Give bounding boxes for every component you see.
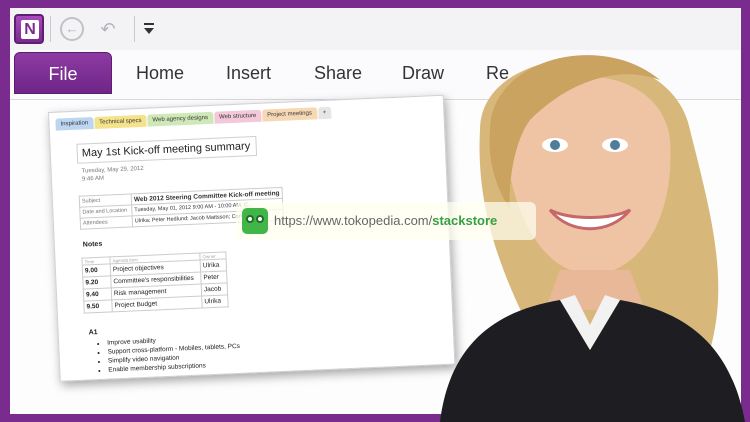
url-highlight: stackstore	[432, 213, 498, 228]
section-tab[interactable]: Inspiration	[55, 117, 94, 131]
section-tab[interactable]: Technical specs	[93, 114, 147, 129]
url-prefix: https://www.tokopedia.com/	[274, 213, 433, 228]
page-time: 9:46 AM	[81, 175, 105, 183]
toolbar-divider	[134, 16, 135, 42]
back-arrow-icon[interactable]: ←	[60, 17, 84, 41]
a1-heading: A1	[88, 329, 98, 337]
store-logo-icon	[242, 208, 268, 234]
info-label: Attendees	[80, 215, 133, 230]
section-tab[interactable]: Project meetings	[261, 107, 318, 122]
section-tab[interactable]: Web structure	[213, 109, 262, 124]
page-title[interactable]: May 1st Kick-off meeting summary	[76, 135, 258, 164]
agenda-item: Project Budget	[111, 295, 203, 312]
section-tabs: Inspiration Technical specs Web agency d…	[55, 106, 332, 131]
watermark-url: https://www.tokopedia.com/stackstore	[274, 213, 497, 228]
tab-insert[interactable]: Insert	[226, 52, 271, 94]
agenda-owner: Ulrika	[201, 294, 229, 308]
onenote-app-icon[interactable]: N	[14, 14, 44, 44]
toolbar-divider	[50, 16, 51, 42]
notes-heading: Notes	[82, 240, 103, 249]
page-date: Tuesday, May 29, 2012	[81, 165, 144, 175]
tab-file[interactable]: File	[14, 52, 112, 94]
section-tab[interactable]: Web agency designs	[147, 111, 214, 127]
agenda-time: 9.50	[83, 299, 113, 314]
undo-icon[interactable]: ↶	[96, 17, 120, 41]
goals-list: Improve usability Support cross-platform…	[97, 333, 241, 375]
tab-home[interactable]: Home	[136, 52, 184, 94]
agenda-table: Time Agenda item Owner 9.00 Project obje…	[81, 251, 229, 314]
add-section-tab[interactable]: +	[317, 106, 332, 120]
customize-dropdown-icon[interactable]	[143, 20, 157, 38]
tab-share[interactable]: Share	[314, 52, 362, 94]
